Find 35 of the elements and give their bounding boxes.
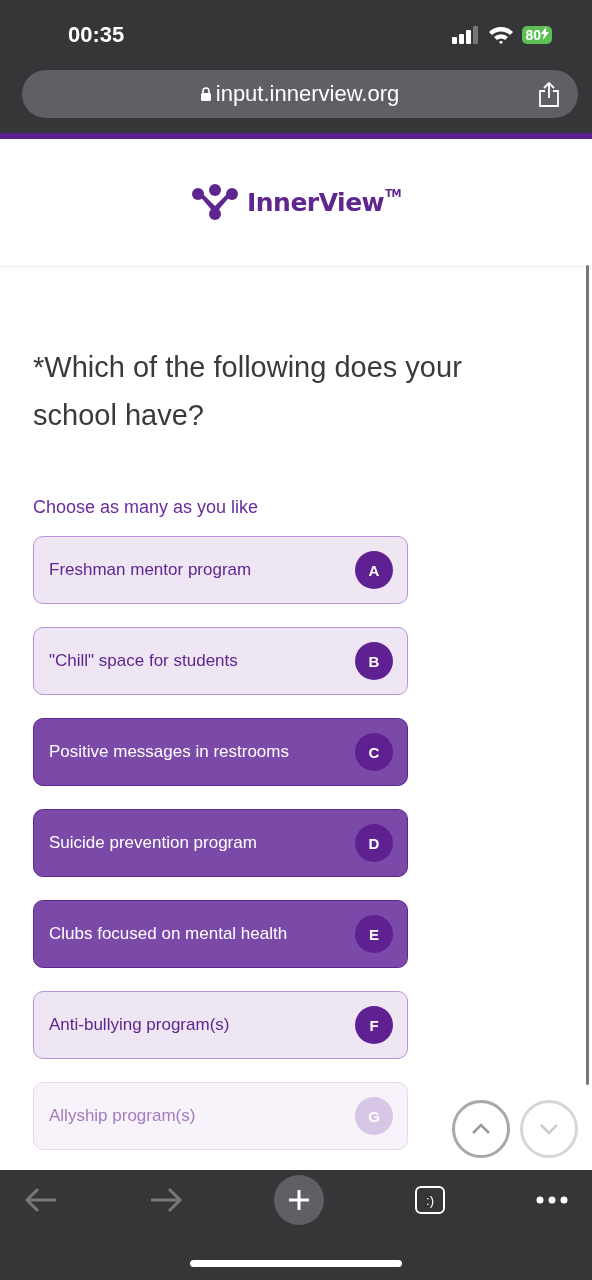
chevron-down-icon bbox=[539, 1123, 559, 1135]
answer-option[interactable]: Positive messages in restrooms C bbox=[33, 718, 408, 786]
wifi-icon bbox=[488, 26, 515, 44]
new-tab-button[interactable] bbox=[274, 1175, 324, 1225]
option-letter: C bbox=[355, 733, 393, 771]
forward-icon[interactable] bbox=[149, 1186, 183, 1214]
option-letter: A bbox=[355, 551, 393, 589]
answer-option[interactable]: Freshman mentor program A bbox=[33, 536, 408, 604]
answer-option[interactable]: "Chill" space for students B bbox=[33, 627, 408, 695]
battery-level: 80 bbox=[522, 26, 552, 44]
logo-text: InnerView$^{TM}$ bbox=[247, 187, 401, 217]
answer-option[interactable]: Suicide prevention program D bbox=[33, 809, 408, 877]
lock-icon bbox=[200, 87, 211, 101]
chevron-up-icon bbox=[471, 1123, 491, 1135]
option-letter: E bbox=[355, 915, 393, 953]
option-letter: B bbox=[355, 642, 393, 680]
url-text: input.innerview.org bbox=[215, 81, 400, 107]
scroll-up-button[interactable] bbox=[452, 1100, 510, 1158]
question-title: *Which of the following does your school have? bbox=[33, 350, 463, 433]
signal-icon bbox=[452, 26, 481, 44]
charging-icon bbox=[541, 27, 549, 40]
tabs-button[interactable]: :) bbox=[415, 1186, 445, 1214]
back-icon[interactable] bbox=[24, 1186, 58, 1214]
share-icon[interactable] bbox=[538, 82, 560, 108]
status-time: 00:35 bbox=[68, 22, 126, 48]
option-letter: G bbox=[355, 1097, 393, 1135]
more-icon[interactable] bbox=[536, 1196, 568, 1204]
plus-icon bbox=[287, 1188, 311, 1212]
address-bar[interactable]: input.innerview.org bbox=[22, 70, 578, 118]
answer-option[interactable]: Anti-bullying program(s) F bbox=[33, 991, 408, 1059]
option-letter: D bbox=[355, 824, 393, 862]
answer-option[interactable]: Clubs focused on mental health E bbox=[33, 900, 408, 968]
option-letter: F bbox=[355, 1006, 393, 1044]
logo-icon bbox=[191, 184, 239, 220]
question-hint: Choose as many as you like bbox=[33, 497, 260, 518]
